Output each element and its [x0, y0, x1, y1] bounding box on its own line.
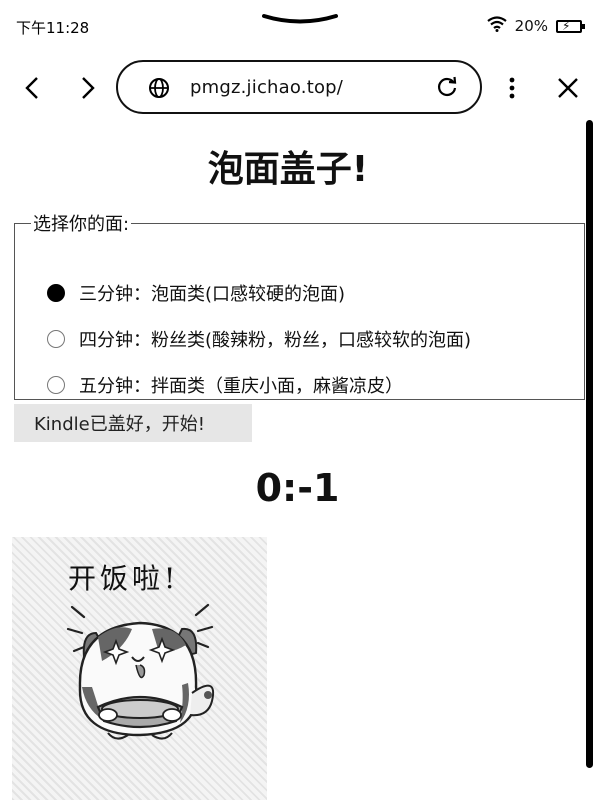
- page-scrollbar[interactable]: [586, 120, 593, 768]
- browser-toolbar: pmgz.jichao.top/: [0, 58, 600, 118]
- chevron-down-icon[interactable]: [262, 12, 338, 31]
- cat-illustration: [66, 603, 214, 740]
- option-three-minutes[interactable]: 三分钟：泡面类(口感较硬的泡面): [47, 280, 345, 306]
- close-icon: [558, 78, 578, 98]
- radio-five-minutes[interactable]: [47, 376, 65, 394]
- status-bar: 下午11:28 20% ⚡: [0, 0, 600, 52]
- wifi-icon: [486, 16, 507, 36]
- page-title: 泡面盖子!: [207, 149, 369, 190]
- status-indicators: 20% ⚡: [486, 16, 585, 36]
- battery-percent: 20%: [514, 17, 548, 35]
- start-button[interactable]: Kindle已盖好，开始!: [14, 404, 252, 442]
- forward-button[interactable]: [72, 72, 104, 104]
- radio-four-minutes[interactable]: [47, 330, 65, 348]
- countdown-timer: 0:-1: [255, 466, 340, 510]
- radio-three-minutes[interactable]: [47, 284, 65, 302]
- option-label: 四分钟：粉丝类(酸辣粉，粉丝，口感较软的泡面): [79, 330, 472, 351]
- option-label: 三分钟：泡面类(口感较硬的泡面): [79, 284, 346, 305]
- option-label: 五分钟：拌面类（重庆小面，麻酱凉皮）: [79, 376, 403, 397]
- battery-charging-icon: ⚡: [556, 19, 585, 33]
- globe-icon: [148, 77, 170, 103]
- reload-icon: [437, 76, 457, 97]
- back-button[interactable]: [16, 72, 48, 104]
- options-legend: 选择你的面:: [33, 214, 130, 235]
- more-menu-button[interactable]: [498, 72, 526, 104]
- chevron-left-icon: [25, 77, 38, 99]
- noodle-options-group: 选择你的面: 三分钟：泡面类(口感较硬的泡面) 四分钟：粉丝类(酸辣粉，粉丝，口…: [14, 210, 585, 400]
- url-text[interactable]: pmgz.jichao.top/: [190, 77, 343, 98]
- more-vertical-icon: [509, 77, 515, 99]
- url-bar[interactable]: pmgz.jichao.top/: [116, 60, 482, 114]
- close-button[interactable]: [552, 72, 584, 104]
- option-five-minutes[interactable]: 五分钟：拌面类（重庆小面，麻酱凉皮）: [47, 372, 403, 398]
- chevron-right-icon: [82, 77, 95, 99]
- dinner-sticker-image: 开饭啦!: [12, 537, 267, 800]
- option-four-minutes[interactable]: 四分钟：粉丝类(酸辣粉，粉丝，口感较软的泡面): [47, 326, 471, 352]
- reload-button[interactable]: [436, 76, 458, 102]
- status-time: 下午11:28: [16, 19, 90, 37]
- kindle-browser-screen: 下午11:28 20% ⚡ pmgz.jichao.top/ 泡面盖子! 选择你…: [0, 0, 600, 800]
